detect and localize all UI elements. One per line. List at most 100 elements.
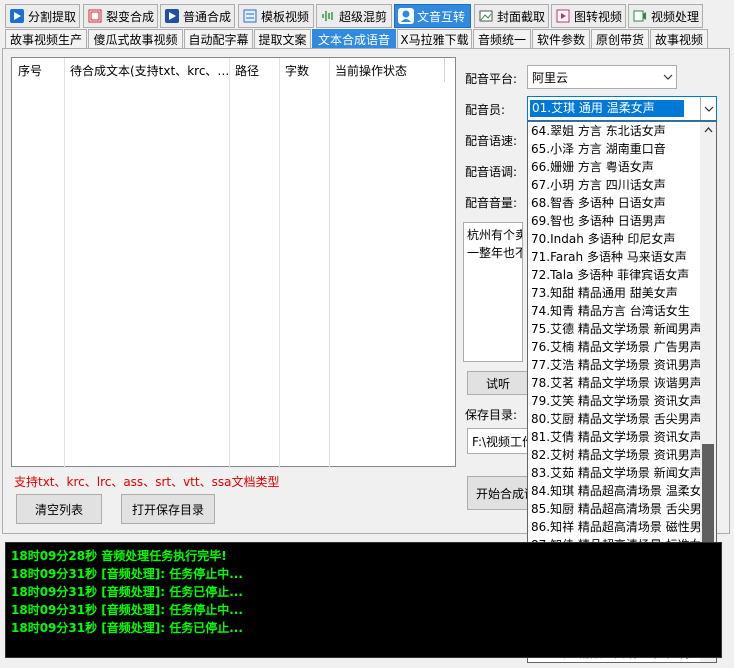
tab-label: 裂变合成 bbox=[106, 9, 155, 24]
voice-option[interactable]: 69.智也 多语种 日语男声 bbox=[528, 212, 702, 230]
open-save-dir-button[interactable]: 打开保存目录 bbox=[121, 494, 215, 524]
split-icon bbox=[87, 8, 103, 24]
voice-option[interactable]: 70.Indah 多语种 印尼女声 bbox=[528, 230, 702, 248]
tab-template-video[interactable]: 模板视频 bbox=[238, 4, 314, 28]
speed-label: 配音语速: bbox=[465, 134, 518, 148]
column-header-path[interactable]: 路径 bbox=[229, 58, 279, 82]
tab-split-extract[interactable]: 分割提取 bbox=[5, 4, 80, 28]
column-header-status[interactable]: 当前操作状态 bbox=[329, 58, 449, 82]
voice-select[interactable]: 01.艾琪 通用 温柔女声 bbox=[527, 96, 717, 121]
column-divider bbox=[279, 58, 280, 468]
tone-label: 配音语调: bbox=[465, 165, 518, 179]
voice-option[interactable]: 68.智香 多语种 日语女声 bbox=[528, 194, 702, 212]
voice-option[interactable]: 67.小玥 方言 四川话女声 bbox=[528, 176, 702, 194]
voice-option[interactable]: 66.姗姗 方言 粤语女声 bbox=[528, 158, 702, 176]
voice-option[interactable]: 73.知甜 精品通用 甜美女声 bbox=[528, 284, 702, 302]
log-line: 18时09分31秒 [音频处理]: 任务停止中... bbox=[11, 567, 243, 581]
voice-option[interactable]: 82.艾树 精品文学场景 资讯男声 bbox=[528, 446, 702, 464]
voice-option[interactable]: 77.艾浩 精品文学场景 资讯男声 bbox=[528, 356, 702, 374]
column-divider bbox=[329, 58, 330, 468]
voice-option[interactable]: 83.艾茹 精品文学场景 新闻女声 bbox=[528, 464, 702, 482]
tab-auto-subtitle[interactable]: 自动配字幕 bbox=[184, 29, 253, 49]
start-synthesis-button[interactable]: 开始合成语 bbox=[467, 476, 529, 510]
tab-label: 普通合成 bbox=[183, 9, 232, 24]
voice-option[interactable]: 64.翠姐 方言 东北话女声 bbox=[528, 122, 702, 140]
preview-text-line: 杭州有个卖 bbox=[467, 228, 523, 242]
tab-label: 分割提取 bbox=[28, 9, 77, 24]
chevron-down-icon bbox=[660, 66, 676, 88]
tab-label: 封面截取 bbox=[497, 9, 546, 24]
tab-label: 文音互转 bbox=[417, 9, 466, 24]
log-line: 18时09分31秒 [音频处理]: 任务停止中... bbox=[11, 603, 243, 617]
top-tab-bar: 分割提取 裂变合成 普通合成 模板视频 超级混剪 文音互转 封面截取 图转视频 … bbox=[0, 4, 734, 28]
tab-original-goods[interactable]: 原创带货 bbox=[591, 29, 649, 49]
voice-option[interactable]: 71.Farah 多语种 马来语女声 bbox=[528, 248, 702, 266]
tab-text-audio-convert[interactable]: 文音互转 bbox=[394, 4, 471, 28]
voice-option[interactable]: 78.艾茗 精品文学场景 诙谐男声 bbox=[528, 374, 702, 392]
tab-text-to-speech[interactable]: 文本合成语音 bbox=[312, 29, 396, 49]
picture-video-icon bbox=[555, 8, 571, 24]
tab-normal-synthesis[interactable]: 普通合成 bbox=[160, 4, 235, 28]
audio-wave-icon bbox=[320, 8, 336, 24]
text-file-list[interactable]: 序号 待合成文本(支持txt、krc、… 路径 字数 当前操作状态 bbox=[11, 57, 456, 468]
volume-label: 配音音量: bbox=[465, 196, 518, 210]
tab-video-process[interactable]: 视频处理 bbox=[628, 4, 703, 28]
log-console: 18时09分28秒 音频处理任务执行完毕! 18时09分31秒 [音频处理]: 任… bbox=[5, 542, 722, 658]
tab-audio-unify[interactable]: 音频统一 bbox=[473, 29, 531, 49]
tab-fission-synthesis[interactable]: 裂变合成 bbox=[83, 4, 158, 28]
tab-extract-copy[interactable]: 提取文案 bbox=[254, 29, 311, 49]
tab-cover-capture[interactable]: 封面截取 bbox=[474, 4, 549, 28]
column-header-wordcount[interactable]: 字数 bbox=[279, 58, 329, 82]
tab-software-params[interactable]: 软件参数 bbox=[532, 29, 590, 49]
tab-image-to-video[interactable]: 图转视频 bbox=[551, 4, 626, 28]
column-divider bbox=[229, 58, 230, 468]
preview-text-line: 一整年也不 bbox=[467, 246, 523, 260]
voice-option[interactable]: 79.艾笑 精品文学场景 资讯女声 bbox=[528, 392, 702, 410]
play-icon bbox=[9, 8, 25, 24]
platform-select[interactable]: 阿里云 bbox=[527, 65, 677, 89]
voice-option[interactable]: 84.知琪 精品超高清场景 温柔女 bbox=[528, 482, 702, 500]
tab-label: 超级混剪 bbox=[339, 9, 388, 24]
image-icon bbox=[478, 8, 494, 24]
platform-label: 配音平台: bbox=[465, 72, 518, 86]
tab-story-video[interactable]: 故事视频 bbox=[650, 29, 708, 49]
column-divider bbox=[64, 58, 65, 468]
tab-easy-story-video[interactable]: 傻瓜式故事视频 bbox=[88, 29, 183, 49]
voice-option[interactable]: 85.知厨 精品超高清场景 舌尖男 bbox=[528, 500, 702, 518]
voice-value: 01.艾琪 通用 温柔女声 bbox=[530, 100, 684, 117]
tab-ximalaya-download[interactable]: X马拉雅下载 bbox=[397, 29, 472, 49]
log-line: 18时09分31秒 [音频处理]: 任务已停止... bbox=[11, 621, 243, 635]
log-line: 18时09分31秒 [音频处理]: 任务已停止... bbox=[11, 585, 243, 599]
voice-label: 配音员: bbox=[465, 103, 506, 117]
voice-option[interactable]: 72.Tala 多语种 菲律宾语女声 bbox=[528, 266, 702, 284]
play-icon bbox=[164, 8, 180, 24]
save-dir-label: 保存目录: bbox=[465, 408, 518, 422]
tab-label: 视频处理 bbox=[651, 9, 700, 24]
voice-icon bbox=[398, 8, 414, 24]
column-header-text[interactable]: 待合成文本(支持txt、krc、… bbox=[64, 58, 229, 82]
voice-option[interactable]: 65.小泽 方言 湖南重口音 bbox=[528, 140, 702, 158]
platform-value: 阿里云 bbox=[532, 70, 569, 85]
log-line: 18时09分28秒 音频处理任务执行完毕! bbox=[11, 549, 227, 563]
voice-option[interactable]: 81.艾倩 精品文学场景 资讯女声 bbox=[528, 428, 702, 446]
clear-list-button[interactable]: 清空列表 bbox=[16, 494, 102, 524]
chevron-down-icon bbox=[700, 97, 716, 120]
voice-option[interactable]: 75.艾德 精品文学场景 新闻男声 bbox=[528, 320, 702, 338]
save-dir-input[interactable]: F:\视频工作 bbox=[467, 428, 529, 454]
sub-tab-bar: 故事视频生产 傻瓜式故事视频 自动配字幕 提取文案 文本合成语音 X马拉雅下载 … bbox=[0, 29, 734, 49]
voice-option[interactable]: 76.艾楠 精品文学场景 广告男声 bbox=[528, 338, 702, 356]
tab-story-video-production[interactable]: 故事视频生产 bbox=[5, 29, 87, 49]
audition-button[interactable]: 试听 bbox=[467, 371, 529, 395]
supported-formats-note: 支持txt、krc、lrc、ass、srt、vtt、ssa文档类型 bbox=[14, 475, 280, 489]
preview-text-area[interactable]: 杭州有个卖 一整年也不 bbox=[463, 222, 523, 362]
scroll-up-icon[interactable] bbox=[700, 122, 716, 138]
voice-option[interactable]: 86.知祥 精品超高清场景 磁性男 bbox=[528, 518, 702, 536]
column-header-index[interactable]: 序号 bbox=[12, 58, 64, 82]
tab-super-mix[interactable]: 超级混剪 bbox=[316, 4, 392, 28]
voice-option[interactable]: 74.知青 精品方言 台湾话女生 bbox=[528, 302, 702, 320]
tab-label: 模板视频 bbox=[261, 9, 310, 24]
column-divider bbox=[444, 58, 445, 82]
template-icon bbox=[242, 8, 258, 24]
video-process-icon bbox=[632, 8, 648, 24]
voice-option[interactable]: 80.艾厨 精品文学场景 舌尖男声 bbox=[528, 410, 702, 428]
